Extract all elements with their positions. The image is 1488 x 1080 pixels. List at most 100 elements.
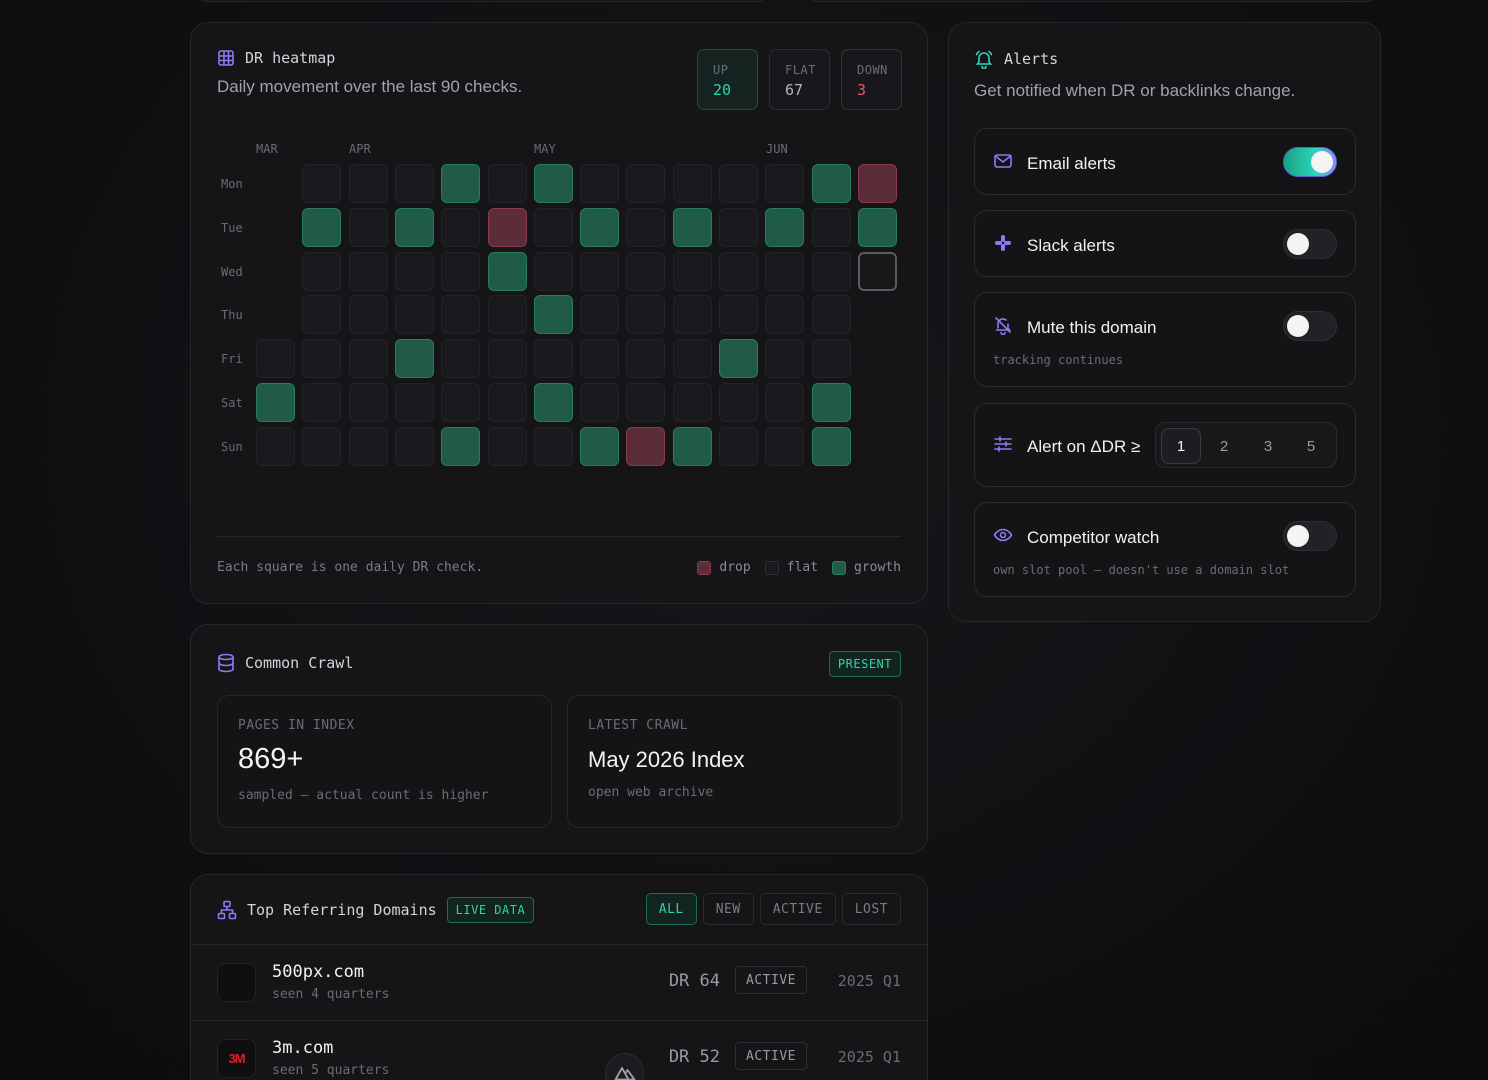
heatmap-cell-drop[interactable] [857,164,897,203]
heatmap-cell-flat[interactable] [348,383,388,422]
heatmap-cell-flat[interactable] [394,426,434,466]
heatmap-cell-growth[interactable] [811,383,851,422]
heatmap-cell-flat[interactable] [302,164,342,203]
heatmap-cell-flat[interactable] [487,164,527,203]
competitor-watch-toggle[interactable] [1283,521,1337,551]
heatmap-cell-flat[interactable] [487,383,527,422]
heatmap-cell-growth[interactable] [580,426,620,466]
heatmap-cell-flat[interactable] [811,339,851,379]
heatmap-cell-flat[interactable] [441,383,481,422]
heatmap-cell-flat[interactable] [626,207,666,247]
heatmap-cell-flat[interactable] [626,339,666,379]
heatmap-cell-flat[interactable] [719,251,758,291]
heatmap-cell-flat[interactable] [672,164,712,203]
heatmap-cell-flat[interactable] [719,164,758,203]
heatmap-cell-flat[interactable] [302,295,342,335]
heatmap-cell-flat[interactable] [394,251,434,291]
heatmap-cell-flat[interactable] [580,164,620,203]
filter-active[interactable]: ACTIVE [759,893,836,925]
threshold-option-3[interactable]: 3 [1248,428,1288,464]
heatmap-cell-flat[interactable] [626,383,666,422]
heatmap-cell-flat[interactable] [302,339,342,379]
slack-alerts-toggle[interactable] [1283,229,1337,259]
heatmap-cell-flat[interactable] [302,383,342,422]
heatmap-cell-growth[interactable] [302,207,342,247]
heatmap-cell-flat[interactable] [487,339,527,379]
heatmap-cell-flat[interactable] [487,426,527,466]
domain-name[interactable]: 3m.com [272,1038,333,1058]
heatmap-cell-growth[interactable] [441,426,481,466]
heatmap-cell-flat[interactable] [672,295,712,335]
heatmap-cell-flat[interactable] [394,383,434,422]
heatmap-cell-flat[interactable] [533,426,573,466]
heatmap-cell-growth[interactable] [441,164,481,203]
heatmap-cell-flat[interactable] [441,251,481,291]
heatmap-cell-flat[interactable] [719,426,758,466]
heatmap-cell-flat[interactable] [765,164,805,203]
heatmap-cell-flat[interactable] [394,164,434,203]
heatmap-cell-flat[interactable] [533,339,573,379]
heatmap-cell-flat[interactable] [765,295,805,335]
filter-lost[interactable]: LOST [841,893,901,925]
heatmap-cell-flat[interactable] [533,251,573,291]
heatmap-cell-flat[interactable] [348,426,388,466]
heatmap-cell-flat[interactable] [580,295,620,335]
threshold-option-1[interactable]: 1 [1161,428,1201,464]
heatmap-cell-flat[interactable] [394,295,434,335]
heatmap-cell-flat[interactable] [626,295,666,335]
heatmap-cell-flat[interactable] [302,251,342,291]
heatmap-cell-flat[interactable] [765,339,805,379]
heatmap-cell-flat[interactable] [487,295,527,335]
heatmap-cell-flat[interactable] [348,295,388,335]
heatmap-cell-flat[interactable] [348,207,388,247]
heatmap-cell-flat[interactable] [672,383,712,422]
heatmap-cell-flat[interactable] [719,383,758,422]
heatmap-cell-flat[interactable] [672,339,712,379]
threshold-option-2[interactable]: 2 [1204,428,1244,464]
heatmap-cell-flat[interactable] [765,426,805,466]
heatmap-cell-flat[interactable] [256,339,295,379]
heatmap-cell-growth[interactable] [719,339,758,379]
heatmap-cell-drop[interactable] [487,207,527,247]
heatmap-cell-flat[interactable] [348,251,388,291]
heatmap-cell-growth[interactable] [394,339,434,379]
heatmap-cell-flat[interactable] [580,383,620,422]
heatmap-cell-growth[interactable] [487,251,527,291]
heatmap-cell-flat[interactable] [580,251,620,291]
heatmap-cell-flat[interactable] [580,339,620,379]
heatmap-cell-flat[interactable] [302,426,342,466]
heatmap-cell-flat[interactable] [256,426,295,466]
table-row[interactable]: 500px.com seen 4 quarters DR 64 ACTIVE 2… [191,944,927,1020]
domain-name[interactable]: 500px.com [272,962,364,982]
heatmap-cell-flat[interactable] [626,164,666,203]
heatmap-cell-drop[interactable] [626,426,666,466]
heatmap-cell-flat[interactable] [441,295,481,335]
heatmap-cell-growth[interactable] [394,207,434,247]
heatmap-cell-flat[interactable] [719,295,758,335]
heatmap-cell-flat[interactable] [765,251,805,291]
filter-new[interactable]: NEW [702,893,754,925]
mute-domain-toggle[interactable] [1283,311,1337,341]
heatmap-cell-flat[interactable] [348,164,388,203]
heatmap-cell-flat[interactable] [811,251,851,291]
heatmap-cell-flat[interactable] [533,207,573,247]
heatmap-cell-flat[interactable] [719,207,758,247]
heatmap-cell-growth[interactable] [811,426,851,466]
heatmap-cell-flat[interactable] [441,339,481,379]
filter-all[interactable]: ALL [645,893,697,925]
heatmap-cell-flat[interactable] [626,251,666,291]
heatmap-cell-growth[interactable] [811,164,851,203]
table-row[interactable]: 3M 3m.com seen 5 quarters DR 52 ACTIVE 2… [191,1020,927,1080]
email-alerts-toggle[interactable] [1283,147,1337,177]
heatmap-cell-flat[interactable] [348,339,388,379]
heatmap-cell-flat[interactable] [441,207,481,247]
heatmap-cell-flat[interactable] [672,251,712,291]
heatmap-cell-growth[interactable] [765,207,805,247]
heatmap-cell-today[interactable] [857,251,897,291]
heatmap-cell-growth[interactable] [857,207,897,247]
heatmap-cell-flat[interactable] [765,383,805,422]
threshold-option-5[interactable]: 5 [1291,428,1331,464]
heatmap-cell-growth[interactable] [672,207,712,247]
heatmap-cell-growth[interactable] [580,207,620,247]
heatmap-cell-flat[interactable] [811,207,851,247]
